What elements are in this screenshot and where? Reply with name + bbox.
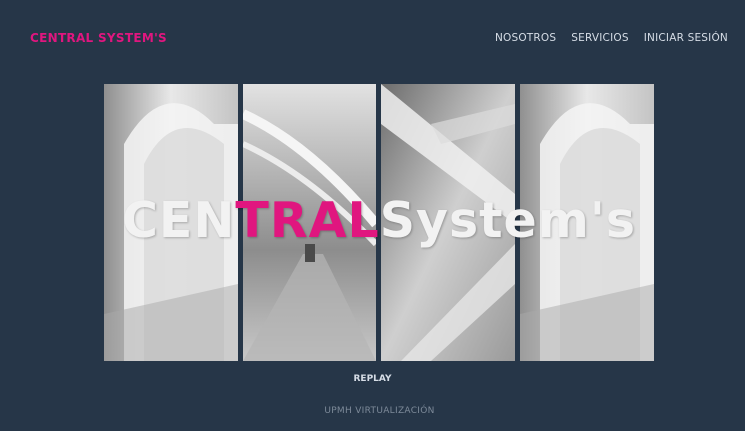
nav-iniciar-sesion[interactable]: INICIAR SESIÓN [644, 32, 728, 44]
footer-text: UPMH VIRTUALIZACIÓN [324, 406, 435, 416]
hero-title: CENTRALSystem's [104, 196, 654, 245]
brand-logo[interactable]: CENTRAL SYSTEM'S [30, 31, 167, 45]
replay-button[interactable]: REPLAY [0, 374, 745, 384]
nav-servicios[interactable]: SERVICIOS [571, 32, 628, 44]
nav-nosotros[interactable]: NOSOTROS [495, 32, 556, 44]
hero-title-part2: System's [379, 192, 637, 249]
hero-title-part1: CEN [121, 192, 236, 249]
top-nav: NOSOTROS SERVICIOS INICIAR SESIÓN [495, 32, 728, 44]
hero-title-accent: TRAL [235, 192, 380, 249]
